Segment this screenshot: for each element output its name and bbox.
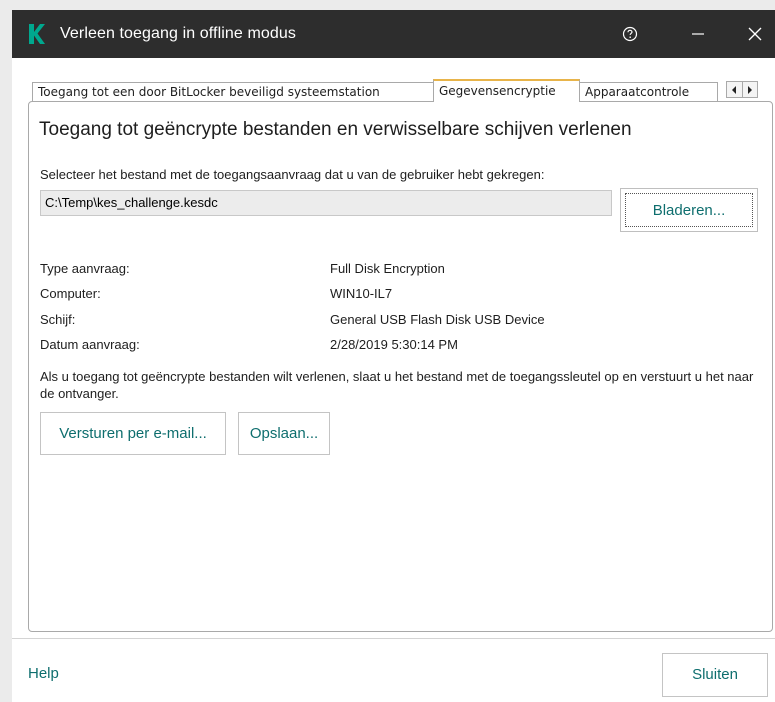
request-type-label: Type aanvraag: xyxy=(40,261,130,276)
window-title: Verleen toegang in offline modus xyxy=(60,25,296,42)
info-text: Als u toegang tot geëncrypte bestanden w… xyxy=(40,369,754,401)
tab-scroll-buttons xyxy=(726,81,758,98)
computer-label: Computer: xyxy=(40,286,101,301)
minimize-icon xyxy=(692,33,704,35)
minimize-button[interactable] xyxy=(678,10,718,58)
arrow-left-icon xyxy=(732,85,737,94)
drive-value: General USB Flash Disk USB Device xyxy=(330,312,545,327)
tab-data-encryption[interactable]: Gegevensencryptie xyxy=(433,79,580,102)
close-button[interactable]: Sluiten xyxy=(662,653,768,697)
request-type-value: Full Disk Encryption xyxy=(330,261,445,276)
select-file-label: Selecteer het bestand met de toegangsaan… xyxy=(40,167,545,182)
browse-button-label: Bladeren... xyxy=(625,193,753,227)
file-path-field[interactable]: C:\Temp\kes_challenge.kesdc xyxy=(40,190,612,216)
save-button[interactable]: Opslaan... xyxy=(238,412,330,455)
help-icon xyxy=(622,26,638,42)
request-date-label: Datum aanvraag: xyxy=(40,337,140,352)
drive-label: Schijf: xyxy=(40,312,76,327)
tab-device-control[interactable]: Apparaatcontrole xyxy=(579,82,718,101)
help-button[interactable] xyxy=(612,10,648,58)
tab-scroll-right-button[interactable] xyxy=(741,82,758,97)
arrow-right-icon xyxy=(747,85,752,94)
page-heading: Toegang tot geëncrypte bestanden en verw… xyxy=(39,119,632,140)
help-link-text[interactable]: Help xyxy=(28,665,59,683)
close-window-button[interactable] xyxy=(736,10,774,58)
computer-value: WIN10-IL7 xyxy=(330,286,393,301)
kaspersky-logo-icon xyxy=(29,24,45,44)
tab-scroll-left-button[interactable] xyxy=(727,82,742,97)
send-email-button[interactable]: Versturen per e-mail... xyxy=(40,412,226,455)
tab-bitlocker[interactable]: Toegang tot een door BitLocker beveiligd… xyxy=(32,82,434,101)
request-date-value: 2/28/2019 5:30:14 PM xyxy=(330,337,458,352)
dialog-window: Verleen toegang in offline modus Toegang… xyxy=(12,10,775,702)
close-icon xyxy=(748,27,762,41)
help-link-label: Help xyxy=(28,665,59,682)
title-bar: Verleen toegang in offline modus xyxy=(12,10,775,58)
footer-divider xyxy=(12,638,775,639)
browse-button[interactable]: Bladeren... xyxy=(620,188,758,232)
tab-strip: Toegang tot een door BitLocker beveiligd… xyxy=(12,79,775,102)
